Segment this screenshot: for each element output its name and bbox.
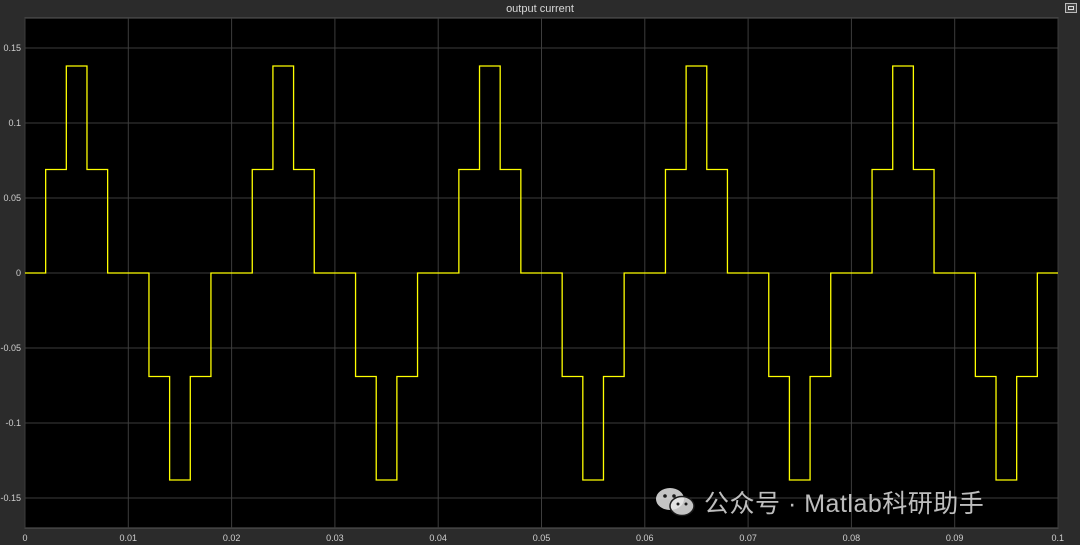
x-tick-label: 0 — [22, 533, 27, 543]
y-tick-label: 0.05 — [3, 193, 21, 203]
x-tick-label: 0.07 — [739, 533, 757, 543]
wechat-icon — [656, 488, 695, 517]
x-tick-label: 0.03 — [326, 533, 344, 543]
y-tick-label: -0.05 — [0, 343, 21, 353]
y-tick-label: 0.1 — [8, 118, 21, 128]
x-tick-label: 0.06 — [636, 533, 654, 543]
x-tick-label: 0.01 — [120, 533, 138, 543]
plot-area: 0 0.01 0.02 0.03 0.04 0.05 0.06 0.07 0.08 0.09 0.1… — [0, 17, 1064, 543]
watermark-text: 公众号 · Matlab科研助手 — [704, 490, 985, 518]
x-tick-label: 0.02 — [223, 533, 241, 543]
x-tick-label: 0.04 — [429, 533, 447, 543]
x-tick-label: 0.09 — [946, 533, 964, 543]
x-tick-label: 0.08 — [843, 533, 861, 543]
y-tick-label: -0.15 — [0, 493, 21, 503]
watermark: 公众号 · Matlab科研助手 — [654, 484, 984, 520]
y-tick-label: 0.15 — [3, 43, 21, 53]
y-tick-label: 0 — [16, 268, 21, 278]
y-tick-label: -0.1 — [5, 418, 21, 428]
x-tick-label: 0.1 — [1051, 533, 1064, 543]
x-tick-label: 0.05 — [533, 533, 551, 543]
